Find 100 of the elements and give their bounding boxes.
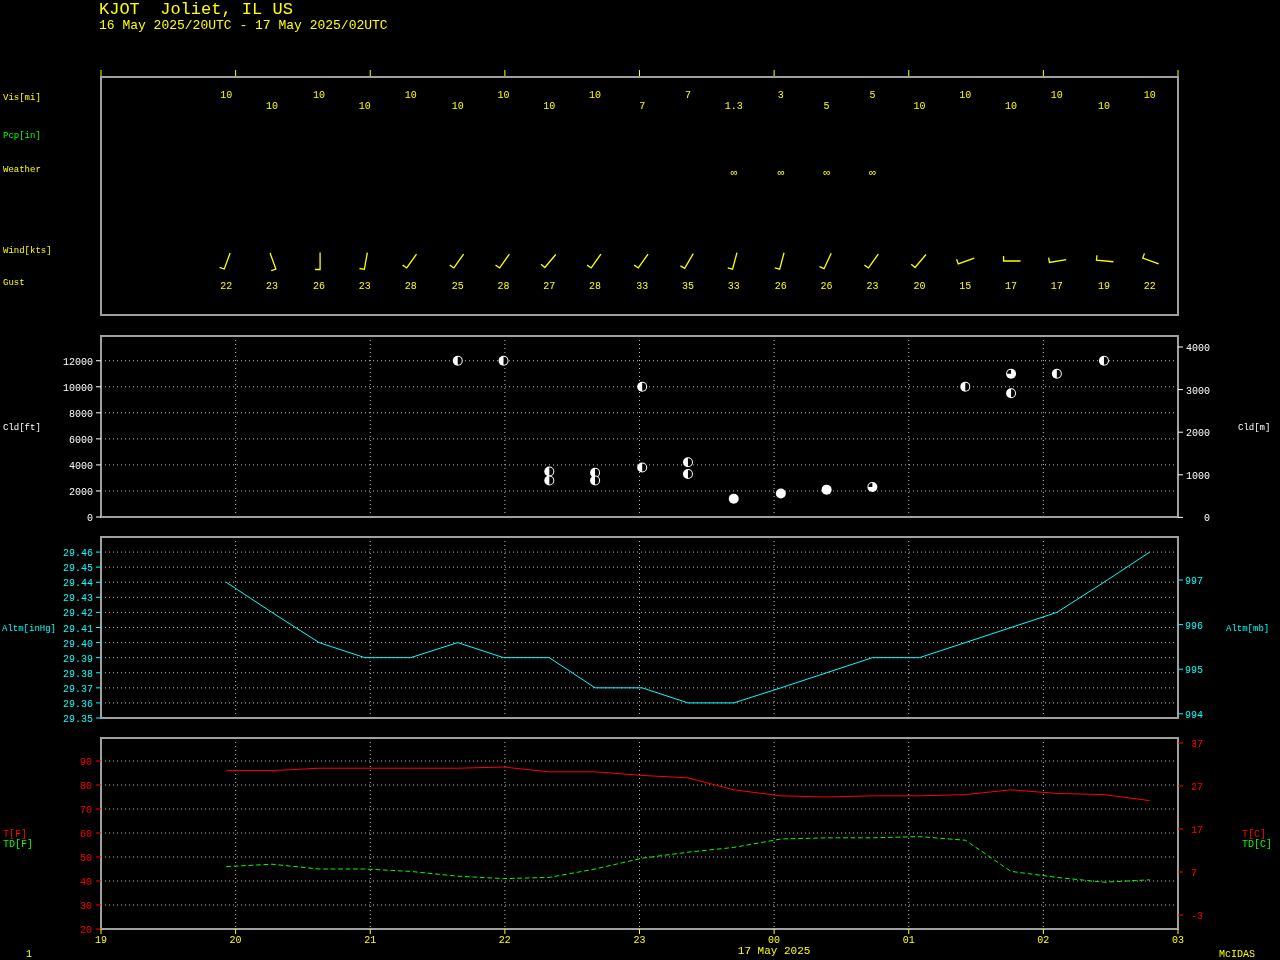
gust-value: 28 <box>497 281 510 292</box>
visibility-value: 5 <box>869 90 876 101</box>
period-subtitle: 16 May 2025/20UTC - 17 May 2025/02UTC <box>99 19 388 32</box>
tick-label: 20 <box>80 925 92 936</box>
visibility-value: 10 <box>313 90 326 101</box>
gust-value: 22 <box>1143 281 1156 292</box>
tick-label: 29.37 <box>63 683 93 695</box>
row-label: Weather <box>3 165 41 175</box>
wind-barb-icon <box>269 252 277 272</box>
visibility-value: 1.3 <box>724 101 743 112</box>
row-label: Gust <box>3 278 25 288</box>
tick-label: 70 <box>80 805 92 817</box>
tick-label: 03 <box>1172 935 1184 946</box>
wind-barb-icon <box>1002 255 1022 262</box>
wind-barb-icon <box>358 252 368 271</box>
gust-value: 27 <box>543 281 556 292</box>
gust-value: 33 <box>727 281 740 292</box>
gust-value: 23 <box>866 281 879 292</box>
tick-label: 997 <box>1185 576 1203 587</box>
gust-value: 26 <box>774 281 787 292</box>
visibility-value: 10 <box>589 90 602 101</box>
tick-label: 4000 <box>69 460 93 472</box>
visibility-value: 7 <box>639 101 646 112</box>
visibility-value: 10 <box>265 101 278 112</box>
tick-label: 29.46 <box>63 548 93 560</box>
wind-barb-icon <box>1047 256 1067 264</box>
tick-label: 27 <box>1191 782 1203 793</box>
tick-label: 3000 <box>1186 385 1210 397</box>
visibility-value: 10 <box>497 90 510 101</box>
tick-label: 994 <box>1185 709 1203 721</box>
row-label: Pcp[in] <box>3 131 41 141</box>
visibility-value: 10 <box>220 90 233 101</box>
wind-barb-icon <box>314 251 321 271</box>
visibility-value: 10 <box>1005 101 1018 112</box>
gust-value: 28 <box>589 281 602 292</box>
tick-label: 29.45 <box>63 563 93 575</box>
tick-label: 90 <box>80 757 92 769</box>
row-label: Wind[kts] <box>3 246 52 256</box>
axis-label: Cld[m] <box>1238 423 1271 433</box>
gust-value: 17 <box>1050 281 1063 292</box>
tick-label: 8000 <box>69 408 93 420</box>
visibility-value: 10 <box>358 101 371 112</box>
gust-value: 26 <box>313 281 326 292</box>
tick-label: 29.42 <box>63 608 93 620</box>
wind-barb-icon <box>402 253 418 269</box>
tick-label: 12000 <box>63 356 93 368</box>
tick-label: 80 <box>80 781 92 793</box>
tick-label: 01 <box>902 935 915 946</box>
gust-value: 28 <box>404 281 417 292</box>
axis-label: Cld[ft] <box>3 423 41 433</box>
wind-barb-icon <box>494 253 511 269</box>
gust-value: 25 <box>451 281 464 292</box>
wind-barb-icon <box>540 253 557 269</box>
wind-barb-icon <box>955 257 975 265</box>
tick-label: 17 <box>1191 825 1203 836</box>
visibility-value: 10 <box>913 101 926 112</box>
wind-barb-icon <box>727 252 738 270</box>
tick-label: 0 <box>87 513 93 524</box>
series-label: T[C] <box>1242 829 1266 840</box>
tick-label: 29.35 <box>63 714 93 725</box>
tick-label: 40 <box>80 877 92 888</box>
gust-value: 33 <box>636 281 649 292</box>
visibility-value: 10 <box>1097 101 1110 112</box>
wind-barb-icon <box>1095 254 1115 263</box>
axis-label: Altm[inHg] <box>2 624 56 634</box>
tick-label: 19 <box>95 935 107 946</box>
tick-label: 29.41 <box>63 623 93 635</box>
wind-barb-icon <box>1141 252 1160 265</box>
tick-label: 2000 <box>1186 428 1210 440</box>
tick-label: 29.38 <box>63 668 93 680</box>
axis-label: Altm[mb] <box>1226 624 1270 634</box>
tick-label: 60 <box>80 829 92 840</box>
tick-label: 29.40 <box>63 638 93 650</box>
gust-value: 15 <box>959 281 972 292</box>
gust-value: 20 <box>913 281 926 292</box>
tick-label: 00 <box>768 935 781 946</box>
wind-barb-icon <box>586 253 602 269</box>
tick-label: 37 <box>1191 739 1203 750</box>
tick-label: 1000 <box>1186 470 1210 482</box>
tick-label: 10000 <box>63 382 93 394</box>
visibility-value: 10 <box>543 101 556 112</box>
tick-label: 02 <box>1037 935 1050 946</box>
weather-symbol: ∞ <box>730 167 738 179</box>
tick-label: 29.36 <box>63 698 93 710</box>
wind-barb-icon <box>449 253 465 269</box>
tick-label: 50 <box>80 853 92 864</box>
tick-label: 29.39 <box>63 653 93 665</box>
tick-label: 29.44 <box>63 578 93 590</box>
brand-label: McIDAS <box>1219 949 1255 960</box>
wind-barb-icon <box>218 252 231 270</box>
tick-label: 22 <box>498 935 511 946</box>
tick-label: 6000 <box>69 434 93 446</box>
tick-label: 23 <box>633 935 646 946</box>
tick-label: 21 <box>364 935 377 946</box>
weather-symbol: ∞ <box>823 167 830 179</box>
wind-barb-icon <box>863 253 879 269</box>
visibility-value: 10 <box>404 90 417 101</box>
gust-value: 23 <box>265 281 278 292</box>
visibility-value: 10 <box>1143 90 1156 101</box>
gust-value: 23 <box>358 281 371 292</box>
